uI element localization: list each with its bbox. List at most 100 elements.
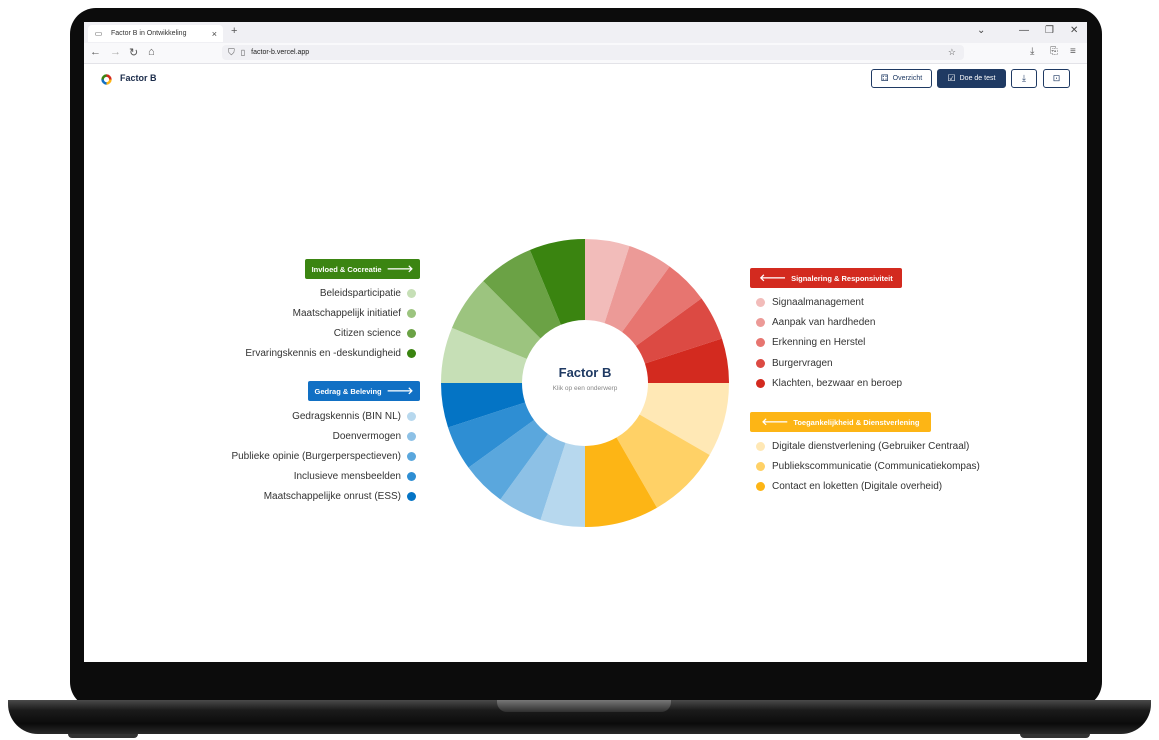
legend-item[interactable]: Erkenning en Herstel [756, 337, 865, 348]
laptop-screen: ▭ Factor B in Ontwikkeling × + ⌄ — ❐ ✕ ←… [84, 22, 1087, 662]
extensions-icon[interactable]: ⎘ [1050, 46, 1058, 57]
legend-label: Aanpak van hardheden [772, 317, 876, 328]
app-title: Factor B [120, 73, 157, 83]
forward-arrow-icon[interactable]: → [110, 46, 121, 58]
legend-item[interactable]: Burgervragen [756, 358, 833, 369]
legend-item[interactable]: Digitale dienstverlening (Gebruiker Cent… [756, 441, 969, 452]
legend-label: Doenvermogen [332, 431, 401, 442]
legend-dot [407, 492, 416, 501]
category-signalering-label: Signalering & Responsiviteit [791, 273, 893, 283]
legend-label: Ervaringskennis en -deskundigheid [245, 348, 401, 359]
factor-b-donut-chart[interactable] [439, 238, 731, 528]
legend-dot [407, 452, 416, 461]
close-window-icon[interactable]: ✕ [1070, 25, 1078, 36]
legend-dot [756, 338, 765, 347]
new-tab-icon[interactable]: + [231, 25, 237, 37]
legend-item[interactable]: Publieke opinie (Burgerperspectieven) [231, 451, 416, 462]
legend-label: Klachten, bezwaar en beroep [772, 378, 903, 389]
laptop-hinge-groove [497, 700, 671, 712]
legend-dot [407, 309, 416, 318]
reload-icon[interactable]: ↻ [129, 46, 138, 59]
address-bar[interactable]: ⛉ ▯ factor-b.vercel.app ☆ [222, 45, 964, 60]
browser-tab[interactable]: ▭ Factor B in Ontwikkeling × [88, 25, 223, 42]
legend-label: Publieke opinie (Burgerperspectieven) [231, 451, 401, 462]
chart-center-title: Factor B [558, 365, 612, 380]
shield-icon[interactable]: ⛉ [228, 47, 235, 58]
legend-item[interactable]: Ervaringskennis en -deskundigheid [245, 348, 416, 359]
tab-list-chevron-icon[interactable]: ⌄ [977, 25, 985, 36]
category-gedrag-button[interactable]: Gedrag & Beleving 🡒 [308, 381, 420, 401]
legend-label: Erkenning en Herstel [772, 337, 866, 348]
category-signalering-button[interactable]: 🡐 Signalering & Responsiviteit [750, 268, 902, 288]
legend-label: Gedragskennis (BIN NL) [292, 411, 401, 422]
category-invloed-label: Invloed & Cocreatie [311, 264, 382, 274]
category-gedrag-label: Gedrag & Beleving [314, 386, 382, 396]
category-toegankelijkheid-label: Toegankelijkheid & Dienstverlening [793, 417, 920, 427]
legend-dot [407, 349, 416, 358]
legend-item[interactable]: Klachten, bezwaar en beroep [756, 378, 902, 389]
downloads-icon[interactable]: ⤓ [1030, 46, 1034, 57]
restore-window-icon[interactable]: ❐ [1045, 25, 1054, 36]
legend-label: Publiekscommunicatie (Communicatiekompas… [772, 461, 980, 472]
legend-item[interactable]: Citizen science [334, 328, 416, 339]
legend-label: Maatschappelijk initiatief [292, 308, 401, 319]
home-icon[interactable]: ⌂ [148, 46, 155, 58]
legend-item[interactable]: Gedragskennis (BIN NL) [292, 411, 416, 422]
download-icon: ⤓ [1022, 73, 1026, 83]
menu-icon[interactable]: ≡ [1070, 46, 1076, 57]
laptop-foot-right [1020, 734, 1090, 738]
legend-label: Maatschappelijke onrust (ESS) [263, 491, 401, 502]
legend-dot [756, 482, 765, 491]
legend-item[interactable]: Beleidsparticipatie [320, 288, 416, 299]
back-arrow-icon[interactable]: ← [90, 46, 101, 58]
fullscreen-button[interactable]: ⊡ [1043, 69, 1070, 88]
url-text: factor-b.vercel.app [251, 49, 310, 56]
tab-favicon-icon: ▭ [94, 29, 103, 38]
legend-label: Burgervragen [772, 358, 833, 369]
legend-dot [407, 472, 416, 481]
legend-label: Contact en loketten (Digitale overheid) [772, 481, 943, 492]
legend-dot [756, 318, 765, 327]
arrow-left-icon: 🡐 [759, 273, 787, 284]
legend-label: Digitale dienstverlening (Gebruiker Cent… [772, 441, 970, 452]
tab-title: Factor B in Ontwikkeling [111, 30, 187, 37]
browser-tab-bar: ▭ Factor B in Ontwikkeling × + ⌄ — ❐ ✕ [84, 22, 1087, 44]
overview-button[interactable]: ⚃ Overzicht [871, 69, 932, 88]
tab-close-icon[interactable]: × [212, 29, 217, 39]
legend-item[interactable]: Aanpak van hardheden [756, 317, 875, 328]
legend-dot [756, 442, 765, 451]
legend-dot [407, 329, 416, 338]
arrow-right-icon: 🡒 [386, 264, 414, 275]
legend-label: Inclusieve mensbeelden [293, 471, 401, 482]
clipboard-check-icon: ☑ [947, 73, 956, 83]
legend-dot [756, 379, 765, 388]
legend-dot [407, 289, 416, 298]
take-test-button[interactable]: ☑ Doe de test [937, 69, 1006, 88]
legend-item[interactable]: Signaalmanagement [756, 297, 864, 308]
overview-button-label: Overzicht [892, 75, 923, 82]
browser-toolbar: ← → ↻ ⌂ ⛉ ▯ factor-b.vercel.app ☆ ⤓ ⎘ ≡ [84, 43, 1087, 64]
legend-item[interactable]: Maatschappelijk initiatief [293, 308, 416, 319]
category-toegankelijkheid-button[interactable]: 🡐 Toegankelijkheid & Dienstverlening [750, 412, 931, 432]
legend-item[interactable]: Maatschappelijke onrust (ESS) [264, 491, 416, 502]
minimize-window-icon[interactable]: — [1019, 25, 1029, 36]
download-button[interactable]: ⤓ [1011, 69, 1037, 88]
legend-label: Signaalmanagement [772, 297, 864, 308]
legend-label: Beleidsparticipatie [319, 288, 401, 299]
category-invloed-button[interactable]: Invloed & Cocreatie 🡒 [305, 259, 420, 279]
legend-dot [756, 359, 765, 368]
legend-item[interactable]: Doenvermogen [333, 431, 416, 442]
legend-item[interactable]: Contact en loketten (Digitale overheid) [756, 481, 942, 492]
legend-dot [407, 432, 416, 441]
arrow-left-icon: 🡐 [761, 417, 789, 428]
page-icon: ▯ [240, 48, 246, 57]
laptop-foot-left [68, 734, 138, 738]
legend-dot [756, 462, 765, 471]
chart-center-subtitle: Klik op een onderwerp [552, 385, 618, 392]
take-test-button-label: Doe de test [959, 75, 996, 82]
legend-item[interactable]: Inclusieve mensbeelden [294, 471, 416, 482]
factor-b-logo-icon [101, 74, 112, 85]
bookmark-star-icon[interactable]: ☆ [948, 47, 956, 58]
legend-dot [756, 298, 765, 307]
legend-item[interactable]: Publiekscommunicatie (Communicatiekompas… [756, 461, 980, 472]
